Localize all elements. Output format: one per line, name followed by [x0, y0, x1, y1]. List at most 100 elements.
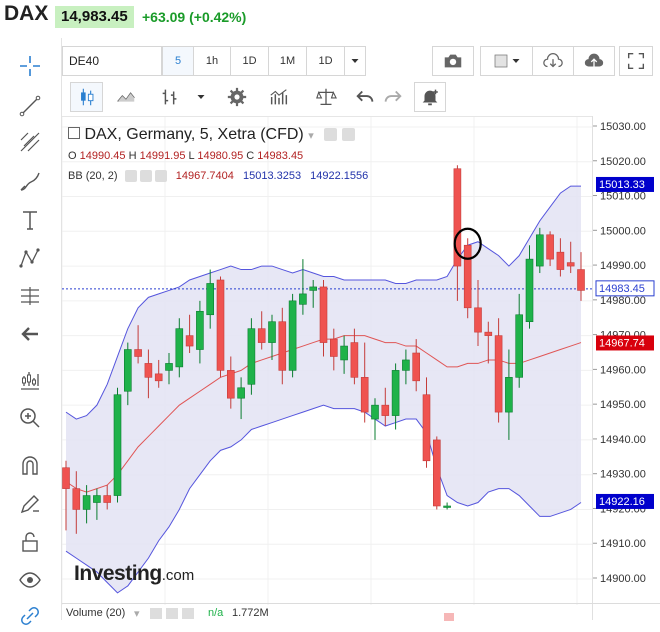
volume-dropdown-icon[interactable]: ▾: [134, 607, 140, 620]
axis-tick-label: 14900.00: [600, 573, 646, 585]
candle-body: [402, 359, 410, 371]
axis-tick-label: 14980.00: [600, 295, 646, 307]
candle-body: [175, 328, 184, 368]
settings-button[interactable]: [220, 82, 253, 112]
interval-1m[interactable]: 1M: [268, 46, 307, 76]
volume-value: 1.772M: [232, 607, 269, 619]
trend-line-tool[interactable]: [14, 90, 46, 122]
undo-button[interactable]: [352, 82, 378, 112]
volume-eye-icon[interactable]: [150, 608, 162, 619]
eye-icon: [19, 572, 41, 588]
pattern-icon: [19, 248, 40, 268]
interval-1d-alt[interactable]: 1D: [306, 46, 345, 76]
crosshair-tool[interactable]: [14, 50, 46, 82]
magnet-icon: [22, 456, 38, 475]
indicators-button[interactable]: [259, 82, 299, 112]
chart-style-dropdown[interactable]: [480, 46, 534, 76]
candle-body: [381, 404, 390, 416]
bb-eye-icon[interactable]: [124, 170, 137, 183]
screenshot-button[interactable]: [432, 46, 474, 76]
legend-ohlc: O 14990.45 H 14991.95 L 14980.95 C 14983…: [68, 150, 303, 162]
fullscreen-button[interactable]: [619, 46, 653, 76]
text-tool[interactable]: [14, 204, 46, 236]
quote-header: DAX 14,983.45 +63.09 (+0.42%): [0, 0, 660, 36]
fullscreen-icon: [627, 52, 645, 70]
load-chart-button[interactable]: [532, 46, 574, 76]
axis-tick-label: 14940.00: [600, 434, 646, 446]
brush-tool[interactable]: [14, 166, 46, 198]
candle-body: [123, 349, 132, 392]
save-chart-button[interactable]: [573, 46, 615, 76]
candle-body: [237, 387, 245, 399]
chart-type-dropdown[interactable]: [190, 82, 212, 112]
bars-style-button[interactable]: [150, 82, 190, 112]
fib-tool[interactable]: [14, 126, 46, 158]
candle-body: [371, 404, 379, 420]
volume-settings-icon[interactable]: [166, 608, 178, 619]
interval-1d[interactable]: 1D: [230, 46, 269, 76]
collapse-toolbar-button[interactable]: [14, 318, 46, 350]
camera-icon: [444, 54, 462, 68]
price-axis[interactable]: 14900.00 14910.00 14920.00 14930.00 14940.00…: [592, 116, 660, 620]
zoom-button[interactable]: [14, 402, 46, 434]
pattern-tool[interactable]: [14, 242, 46, 274]
measure-tool[interactable]: [14, 280, 46, 312]
candle-body: [288, 300, 297, 371]
candle-body: [329, 338, 338, 357]
candle-body: [103, 495, 112, 503]
bollinger-band-fill: [66, 186, 581, 593]
lock-button[interactable]: [14, 526, 46, 558]
visibility-button[interactable]: [14, 564, 46, 596]
interval-1d-label: 1D: [242, 55, 257, 67]
interval-1h[interactable]: 1h: [193, 46, 231, 76]
volume-remove-icon[interactable]: [182, 608, 194, 619]
last-price: 14,983.45: [55, 6, 134, 28]
axis-tick-label: 15030.00: [600, 121, 646, 133]
crosshair-icon: [20, 56, 40, 76]
link-button[interactable]: [14, 600, 46, 632]
candle-body: [113, 394, 122, 496]
magnet-button[interactable]: [14, 450, 46, 482]
collapse-legend-icon[interactable]: [68, 126, 80, 139]
price-change: +63.09 (+0.42%): [142, 9, 247, 25]
axis-tick-label: 14950.00: [600, 399, 646, 411]
watermark-suffix: .com: [161, 567, 195, 584]
candle: [463, 238, 472, 319]
price-chart[interactable]: [62, 117, 592, 605]
price-label-lower: 14922.16: [599, 496, 645, 508]
candles-style-button[interactable]: [70, 82, 103, 112]
eye-toggle-icon[interactable]: [324, 128, 338, 142]
candle-body: [185, 335, 194, 347]
legend-settings-icon[interactable]: [341, 128, 355, 142]
symbol-input[interactable]: DE40: [62, 46, 162, 76]
compare-button[interactable]: [308, 82, 343, 112]
axis-tick-label: 15020.00: [600, 156, 646, 168]
watermark: Investing.com: [74, 562, 194, 586]
candle-body: [72, 488, 81, 510]
candle: [216, 276, 225, 378]
legend-dropdown-icon[interactable]: ▾: [308, 130, 314, 142]
candle-body: [257, 328, 266, 343]
bell-plus-icon: [422, 89, 438, 106]
candle-body: [340, 345, 348, 361]
bb-settings-icon[interactable]: [139, 170, 152, 183]
legend-bollinger: BB (20, 2) 14967.7404 15013.3253 14922.1…: [68, 170, 368, 183]
ohlc-close-value: 14983.45: [257, 150, 304, 162]
area-chart-icon: [116, 92, 135, 103]
redo-button[interactable]: [380, 82, 406, 112]
alert-button[interactable]: [414, 82, 446, 112]
indicators-panel-button[interactable]: [14, 364, 46, 396]
bb-label: BB (20, 2): [68, 170, 118, 182]
unlock-icon: [22, 532, 38, 552]
bb-remove-icon[interactable]: [154, 170, 167, 183]
interval-dropdown[interactable]: [344, 46, 366, 76]
ohlc-open-value: 14990.45: [79, 150, 126, 162]
draw-mode-button[interactable]: [14, 488, 46, 520]
line-style-button[interactable]: [109, 82, 142, 112]
volume-pane-header: Volume (20) ▾ n/a 1.772M: [62, 603, 660, 621]
price-label-basis: 14967.74: [599, 337, 645, 349]
interval-5[interactable]: 5: [162, 46, 194, 76]
chart-area[interactable]: [62, 116, 592, 605]
ohlc-high-label: H: [128, 150, 137, 162]
candle-body: [494, 335, 503, 413]
